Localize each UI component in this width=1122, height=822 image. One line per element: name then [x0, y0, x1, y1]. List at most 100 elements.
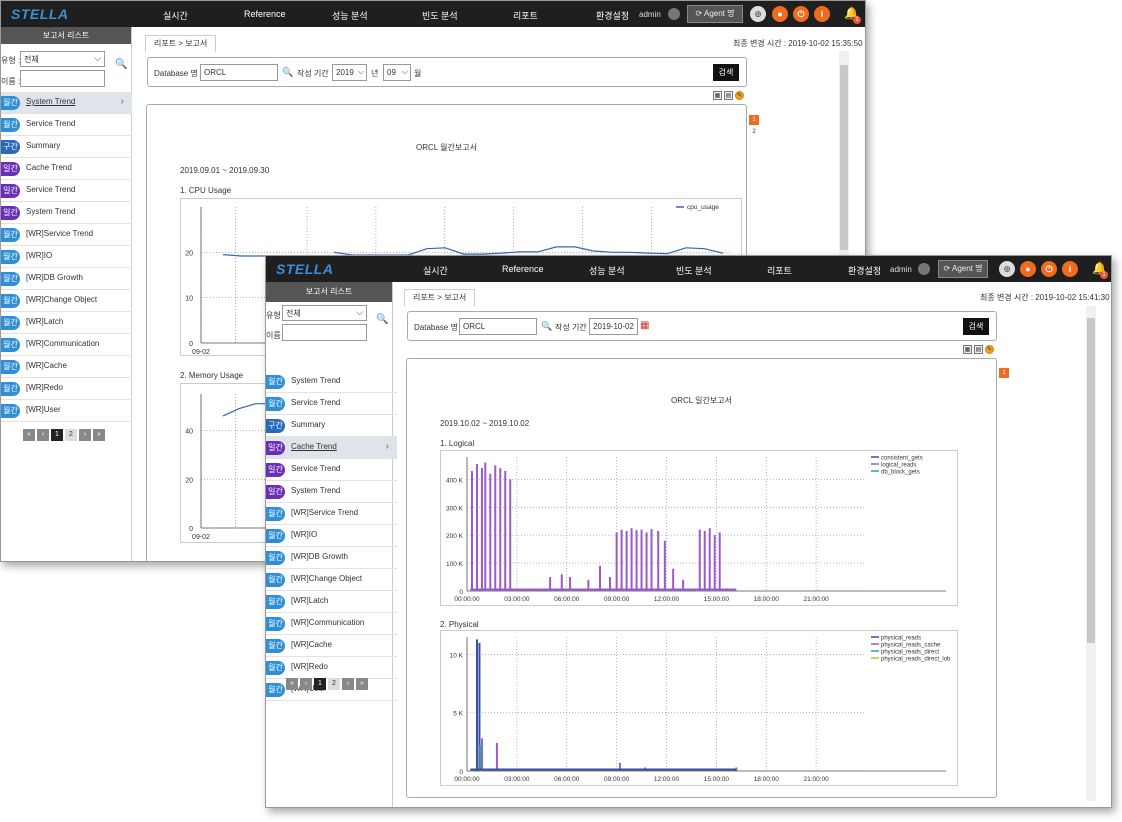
report-list-item[interactable]: 일간 Cache Trend: [1, 158, 132, 180]
report-item-label: Service Trend: [291, 464, 341, 473]
pdf-export-icon[interactable]: ▤: [724, 91, 733, 100]
report-list-item[interactable]: 월간 [WR]User: [1, 400, 132, 422]
report-list-item[interactable]: 월간 [WR]Change Object: [1, 290, 132, 312]
report-list-item[interactable]: 구간 Summary: [1, 136, 132, 158]
globe-icon[interactable]: ⊕: [999, 261, 1015, 277]
y-tick-label: 100 K: [446, 561, 464, 568]
report-list-item[interactable]: 일간 Service Trend: [266, 459, 397, 481]
info-icon[interactable]: i: [1062, 261, 1078, 277]
app-logo[interactable]: STELLA: [11, 6, 68, 22]
year-select[interactable]: 2019 ⌵: [332, 64, 367, 81]
pager-page-1[interactable]: 1: [314, 678, 326, 690]
pdf-export-icon[interactable]: ▤: [974, 345, 983, 354]
db-input[interactable]: ORCL: [459, 318, 537, 335]
agent-button[interactable]: ⟳ Agent 명: [687, 5, 743, 23]
report-list-item[interactable]: 일간 Cache Trend ›: [266, 437, 397, 459]
user-icon[interactable]: ●: [772, 6, 788, 22]
scrollbar-thumb[interactable]: [1087, 318, 1095, 643]
report-list-item[interactable]: 일간 Service Trend: [1, 180, 132, 202]
nav-frequency[interactable]: 빈도 분석: [676, 264, 712, 277]
nav-reference[interactable]: Reference: [502, 264, 544, 274]
info-icon[interactable]: i: [814, 6, 830, 22]
search-icon[interactable]: 🔍: [376, 314, 388, 325]
report-list-item[interactable]: 월간 [WR]Service Trend: [266, 503, 397, 525]
report-list-item[interactable]: 월간 [WR]Communication: [1, 334, 132, 356]
type-select[interactable]: 전체 ⌵: [20, 51, 105, 67]
report-list-item[interactable]: 월간 [WR]Service Trend: [1, 224, 132, 246]
excel-export-icon[interactable]: ▦: [963, 345, 972, 354]
pager-page-2[interactable]: 2: [328, 678, 340, 690]
name-input[interactable]: [282, 324, 367, 341]
month-select[interactable]: 09 ⌵: [383, 64, 411, 81]
report-list-item[interactable]: 월간 [WR]Communication: [266, 613, 397, 635]
name-input[interactable]: [20, 70, 105, 87]
nav-frequency[interactable]: 빈도 분석: [422, 9, 458, 22]
report-list-item[interactable]: 월간 [WR]Redo: [266, 657, 397, 679]
report-list-item[interactable]: 월간 Service Trend: [1, 114, 132, 136]
date-input[interactable]: 2019-10-02: [589, 318, 638, 335]
report-list-item[interactable]: 구간 Summary: [266, 415, 397, 437]
pager-page-1[interactable]: 1: [51, 429, 63, 441]
report-list-item[interactable]: 월간 System Trend: [266, 371, 397, 393]
pager-last[interactable]: »: [356, 678, 368, 690]
x-tick-label: 18:00:00: [754, 776, 780, 783]
excel-export-icon[interactable]: ▦: [713, 91, 722, 100]
pager-first[interactable]: «: [23, 429, 35, 441]
pager-page-2[interactable]: 2: [65, 429, 77, 441]
edit-icon[interactable]: ✎: [735, 91, 744, 100]
report-list-item[interactable]: 월간 [WR]IO: [1, 246, 132, 268]
report-list-item[interactable]: 월간 System Trend ›: [1, 92, 132, 114]
report-list-item[interactable]: 일간 System Trend: [1, 202, 132, 224]
nav-performance[interactable]: 성능 분석: [589, 264, 625, 277]
calendar-icon[interactable]: ▦: [640, 320, 649, 331]
report-list-item[interactable]: 월간 [WR]Cache: [1, 356, 132, 378]
user-icon[interactable]: ●: [1020, 261, 1036, 277]
search-button[interactable]: 검색: [963, 318, 989, 335]
edit-icon[interactable]: ✎: [985, 345, 994, 354]
search-icon[interactable]: 🔍: [282, 67, 293, 78]
report-list-item[interactable]: 월간 [WR]DB Growth: [266, 547, 397, 569]
report-list-item[interactable]: 월간 Service Trend: [266, 393, 397, 415]
pager-first[interactable]: «: [286, 678, 298, 690]
scrollbar[interactable]: [1086, 306, 1096, 801]
nav-report[interactable]: 리포트: [767, 264, 792, 277]
nav-realtime[interactable]: 실시간: [423, 264, 448, 277]
x-tick-label: 06:00:00: [554, 596, 580, 603]
nav-realtime[interactable]: 실시간: [163, 9, 188, 22]
report-panel: ORCL 일간보고서 2019.10.02 ~ 2019.10.02 1. Lo…: [406, 358, 997, 798]
power-icon[interactable]: ⏻: [1041, 261, 1057, 277]
pager-prev[interactable]: ‹: [300, 678, 312, 690]
report-list-item[interactable]: 월간 [WR]DB Growth: [1, 268, 132, 290]
report-list-item[interactable]: 월간 [WR]Latch: [1, 312, 132, 334]
report-list-item[interactable]: 월간 [WR]IO: [266, 525, 397, 547]
nav-report[interactable]: 리포트: [513, 9, 538, 22]
pager-next[interactable]: ›: [342, 678, 354, 690]
search-button[interactable]: 검색: [713, 64, 739, 81]
nav-performance[interactable]: 성능 분석: [332, 9, 368, 22]
report-page-2[interactable]: 2: [749, 127, 759, 137]
search-icon[interactable]: 🔍: [541, 321, 552, 332]
search-icon[interactable]: 🔍: [115, 59, 127, 70]
pager-next[interactable]: ›: [79, 429, 91, 441]
report-list-item[interactable]: 월간 [WR]Latch: [266, 591, 397, 613]
app-logo[interactable]: STELLA: [276, 261, 333, 277]
breadcrumb-tab[interactable]: 리포트 > 보고서: [145, 35, 217, 52]
report-list-item[interactable]: 월간 [WR]Change Object: [266, 569, 397, 591]
report-page-1[interactable]: 1: [999, 368, 1009, 378]
power-icon[interactable]: ⏻: [793, 6, 809, 22]
db-input[interactable]: ORCL: [200, 64, 278, 81]
report-list-item[interactable]: 월간 [WR]Cache: [266, 635, 397, 657]
scrollbar-thumb[interactable]: [840, 65, 848, 250]
report-list-item[interactable]: 일간 System Trend: [266, 481, 397, 503]
type-select[interactable]: 전체 ⌵: [282, 305, 367, 321]
pager-last[interactable]: »: [93, 429, 105, 441]
agent-button[interactable]: ⟳ Agent 명: [938, 260, 988, 278]
globe-icon[interactable]: ⊕: [750, 6, 766, 22]
report-page-1[interactable]: 1: [749, 115, 759, 125]
report-list-item[interactable]: 월간 [WR]Redo: [1, 378, 132, 400]
nav-settings[interactable]: 환경설정: [596, 9, 629, 22]
nav-settings[interactable]: 환경설정: [848, 264, 881, 277]
pager-prev[interactable]: ‹: [37, 429, 49, 441]
nav-reference[interactable]: Reference: [244, 9, 286, 19]
breadcrumb-tab[interactable]: 리포트 > 보고서: [404, 289, 476, 306]
